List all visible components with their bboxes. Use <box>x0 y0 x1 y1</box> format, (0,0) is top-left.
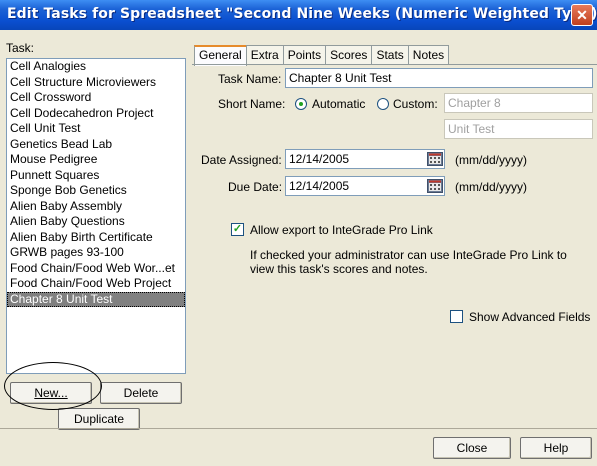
delete-task-button[interactable]: Delete <box>100 382 182 404</box>
tab-extra[interactable]: Extra <box>245 45 284 65</box>
date-assigned-format: (mm/dd/yyyy) <box>455 153 527 167</box>
tab-scores[interactable]: Scores <box>325 45 373 65</box>
custom-radio[interactable] <box>377 98 389 110</box>
task-list-item[interactable]: Cell Structure Microviewers <box>7 75 185 91</box>
tab-strip: General Extra Points Scores Stats Notes <box>194 45 450 66</box>
new-button-label: New... <box>34 386 68 400</box>
checkmark-icon: ✓ <box>232 223 243 235</box>
help-button-label: Help <box>543 441 569 455</box>
short-name-line1-input[interactable]: Chapter 8 <box>444 93 593 113</box>
tab-points[interactable]: Points <box>282 45 327 65</box>
tab-general[interactable]: General <box>194 45 247 66</box>
task-list-item[interactable]: Sponge Bob Genetics <box>7 183 185 199</box>
calendar-icon[interactable] <box>427 152 443 166</box>
show-advanced-checkbox[interactable] <box>450 310 463 323</box>
new-task-button[interactable]: New... <box>10 382 92 404</box>
export-help-text-1: If checked your administrator can use In… <box>250 248 567 262</box>
task-list-item[interactable]: Alien Baby Questions <box>7 214 185 230</box>
close-x-icon: ✕ <box>576 7 588 23</box>
task-list-item[interactable]: Genetics Bead Lab <box>7 137 185 153</box>
window-title: Edit Tasks for Spreadsheet "Second Nine … <box>7 6 597 22</box>
due-date-format: (mm/dd/yyyy) <box>455 180 527 194</box>
close-window-button[interactable]: ✕ <box>571 4 593 26</box>
task-list-item[interactable]: Alien Baby Birth Certificate <box>7 230 185 246</box>
short-name-label: Short Name: <box>218 97 286 111</box>
duplicate-task-button[interactable]: Duplicate <box>58 408 140 430</box>
task-list-item[interactable]: Cell Crossword <box>7 90 185 106</box>
duplicate-button-label: Duplicate <box>73 412 125 426</box>
task-list-label: Task: <box>6 41 35 55</box>
due-date-label: Due Date: <box>228 180 283 194</box>
automatic-radio-label: Automatic <box>312 97 366 111</box>
close-button[interactable]: Close <box>433 437 511 459</box>
title-bar[interactable]: Edit Tasks for Spreadsheet "Second Nine … <box>0 0 597 30</box>
task-list-item[interactable]: Alien Baby Assembly <box>7 199 185 215</box>
edit-tasks-dialog: Edit Tasks for Spreadsheet "Second Nine … <box>0 0 597 466</box>
tab-stats[interactable]: Stats <box>371 45 409 65</box>
task-list-item[interactable]: Cell Analogies <box>7 59 185 75</box>
task-list-item[interactable]: Cell Dodecahedron Project <box>7 106 185 122</box>
task-list-item[interactable]: Chapter 8 Unit Test <box>7 291 185 307</box>
task-list-item[interactable]: Cell Unit Test <box>7 121 185 137</box>
help-button[interactable]: Help <box>520 437 592 459</box>
delete-button-label: Delete <box>123 386 159 400</box>
date-assigned-label: Date Assigned: <box>201 153 282 167</box>
tab-notes[interactable]: Notes <box>407 45 450 65</box>
task-list-item[interactable]: Mouse Pedigree <box>7 152 185 168</box>
short-name-line2-input[interactable]: Unit Test <box>444 119 593 139</box>
footer-divider <box>0 428 597 429</box>
task-list[interactable]: Cell Analogies Cell Structure Microviewer… <box>6 58 186 374</box>
custom-radio-label: Custom: <box>393 97 438 111</box>
allow-export-checkbox[interactable]: ✓ <box>231 223 244 236</box>
task-list-item[interactable]: Food Chain/Food Web Wor...et <box>7 261 185 277</box>
close-button-label: Close <box>456 441 488 455</box>
task-name-label: Task Name: <box>218 72 282 86</box>
date-assigned-input[interactable]: 12/14/2005 <box>285 149 445 169</box>
task-list-item[interactable]: GRWB pages 93-100 <box>7 245 185 261</box>
task-list-item[interactable]: Food Chain/Food Web Project <box>7 276 185 292</box>
allow-export-label: Allow export to InteGrade Pro Link <box>250 223 433 237</box>
calendar-icon[interactable] <box>427 179 443 193</box>
automatic-radio[interactable] <box>295 98 307 110</box>
due-date-input[interactable]: 12/14/2005 <box>285 176 445 196</box>
show-advanced-label: Show Advanced Fields <box>469 310 591 324</box>
task-name-input[interactable]: Chapter 8 Unit Test <box>285 68 593 88</box>
export-help-text-2: view this task's scores and notes. <box>250 262 428 276</box>
task-list-item[interactable]: Punnett Squares <box>7 168 185 184</box>
